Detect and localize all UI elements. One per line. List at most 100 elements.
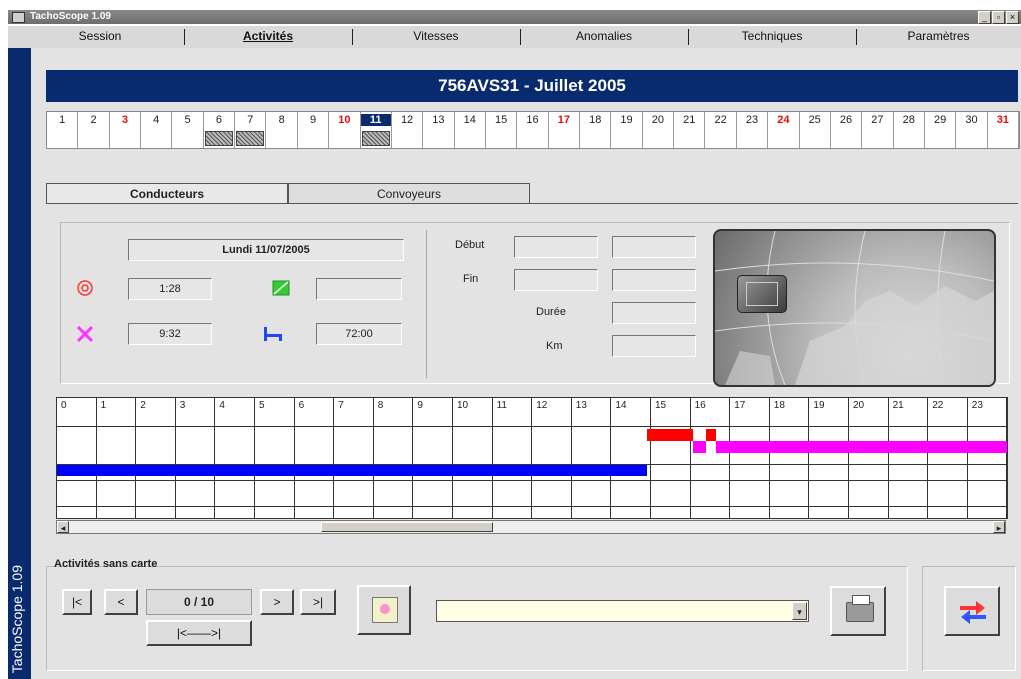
minimize-button[interactable]: _: [978, 11, 991, 24]
calendar-day-1[interactable]: 1: [47, 112, 79, 148]
calendar-day-number: 27: [871, 114, 884, 126]
calendar-day-5[interactable]: 5: [172, 112, 204, 148]
calendar-day-18[interactable]: 18: [580, 112, 612, 148]
calendar-day-11[interactable]: 11: [360, 112, 392, 148]
timeline-row-divider: [57, 426, 1007, 427]
cardless-activities-label: Activités sans carte: [54, 558, 158, 570]
range-button[interactable]: |<——>|: [146, 620, 252, 646]
chevron-down-icon[interactable]: ▾: [792, 602, 807, 620]
hour-label: 3: [179, 400, 186, 411]
calendar-day-16[interactable]: 16: [517, 112, 549, 148]
calendar-day-13[interactable]: 13: [423, 112, 455, 148]
calendar-day-number: 1: [59, 114, 66, 126]
tab-parametres[interactable]: Paramètres: [856, 29, 1021, 45]
edit-activity-button[interactable]: [357, 585, 411, 635]
calendar-day-4[interactable]: 4: [141, 112, 173, 148]
calendar-day-number: 30: [965, 114, 978, 126]
fin-field-2: [612, 269, 696, 291]
calendar-day-17[interactable]: 17: [549, 112, 581, 148]
maximize-button[interactable]: ▫: [992, 11, 1005, 24]
print-button[interactable]: [830, 586, 886, 636]
hour-label: 2: [140, 400, 146, 411]
scroll-left-button[interactable]: ◂: [57, 521, 69, 533]
close-button[interactable]: ×: [1006, 11, 1019, 24]
hour-label: 23: [971, 400, 983, 411]
hour-column: 19: [809, 398, 849, 518]
vehicle-month-header: 756AVS31 - Juillet 2005: [46, 70, 1018, 102]
tab-divider: [46, 203, 1018, 204]
calendar-day-number: 21: [683, 114, 696, 126]
hour-column: 13: [572, 398, 612, 518]
hour-label: 4: [219, 400, 225, 411]
calendar-day-2[interactable]: 2: [78, 112, 110, 148]
hour-column: 10: [453, 398, 493, 518]
calendar-day-30[interactable]: 30: [956, 112, 988, 148]
calendar-day-20[interactable]: 20: [643, 112, 675, 148]
hour-column: 17: [730, 398, 770, 518]
hour-label: 19: [813, 400, 825, 411]
hour-label: 9: [417, 400, 423, 411]
calendar-day-number: 5: [184, 114, 191, 126]
chip-icon: [737, 275, 787, 313]
availability-icon: [272, 279, 290, 300]
calendar-day-number: 6: [215, 114, 222, 126]
window-title: TachoScope 1.09: [30, 11, 111, 22]
work-time-field: 9:32: [128, 323, 212, 345]
calendar-day-24[interactable]: 24: [768, 112, 800, 148]
activity-data-marker: [204, 131, 234, 146]
last-record-button[interactable]: >|: [300, 589, 336, 615]
side-brand-bar: TachoScope 1.09: [8, 48, 31, 679]
tab-vitesses[interactable]: Vitesses: [352, 29, 521, 45]
next-record-button[interactable]: >: [260, 589, 294, 615]
tab-techniques[interactable]: Techniques: [688, 29, 857, 45]
calendar-day-number: 22: [714, 114, 727, 126]
scroll-right-button[interactable]: ▸: [993, 521, 1005, 533]
calendar-day-7[interactable]: 7: [235, 112, 267, 148]
rest-time-field: 72:00: [316, 323, 402, 345]
calendar-day-27[interactable]: 27: [862, 112, 894, 148]
calendar-day-31[interactable]: 31: [988, 112, 1019, 148]
detail-separator: [426, 230, 427, 378]
tab-convoyeurs[interactable]: Convoyeurs: [288, 183, 530, 204]
activity-segment-availability: [716, 441, 1007, 453]
calendar-day-12[interactable]: 12: [392, 112, 424, 148]
previous-record-button[interactable]: <: [104, 589, 138, 615]
tab-anomalies[interactable]: Anomalies: [520, 29, 689, 45]
hour-column: 8: [374, 398, 414, 518]
calendar-day-14[interactable]: 14: [455, 112, 486, 148]
tab-session[interactable]: Session: [16, 29, 185, 45]
calendar-day-3[interactable]: 3: [110, 112, 142, 148]
first-record-button[interactable]: |<: [62, 589, 92, 615]
calendar-day-number: 17: [557, 114, 570, 126]
hour-label: 21: [892, 400, 904, 411]
timeline-scrollbar[interactable]: ◂ ▸: [56, 520, 1006, 534]
activity-select[interactable]: ▾: [436, 600, 809, 622]
timeline-row-divider: [57, 480, 1007, 481]
hour-column: 20: [849, 398, 889, 518]
calendar-day-9[interactable]: 9: [298, 112, 330, 148]
scroll-thumb[interactable]: [321, 522, 493, 532]
tab-conducteurs[interactable]: Conducteurs: [46, 183, 288, 204]
hour-column: 16: [691, 398, 731, 518]
calendar-day-23[interactable]: 23: [737, 112, 769, 148]
hour-column: 14: [611, 398, 651, 518]
calendar-day-29[interactable]: 29: [925, 112, 957, 148]
calendar-day-28[interactable]: 28: [894, 112, 925, 148]
tab-activites[interactable]: Activités: [184, 29, 353, 45]
calendar-day-25[interactable]: 25: [800, 112, 831, 148]
hour-column: 23: [968, 398, 1007, 518]
calendar-day-number: 24: [777, 114, 790, 126]
hour-column: 15: [651, 398, 691, 518]
app-icon: [12, 12, 25, 23]
export-button[interactable]: [944, 586, 1000, 636]
date-field: Lundi 11/07/2005: [128, 239, 404, 261]
calendar-day-19[interactable]: 19: [611, 112, 643, 148]
calendar-day-26[interactable]: 26: [831, 112, 863, 148]
calendar-day-15[interactable]: 15: [486, 112, 518, 148]
calendar-day-8[interactable]: 8: [266, 112, 298, 148]
calendar-day-10[interactable]: 10: [329, 112, 361, 148]
calendar-day-6[interactable]: 6: [204, 112, 236, 148]
hour-label: 16: [694, 400, 706, 411]
calendar-day-22[interactable]: 22: [705, 112, 737, 148]
calendar-day-21[interactable]: 21: [674, 112, 706, 148]
